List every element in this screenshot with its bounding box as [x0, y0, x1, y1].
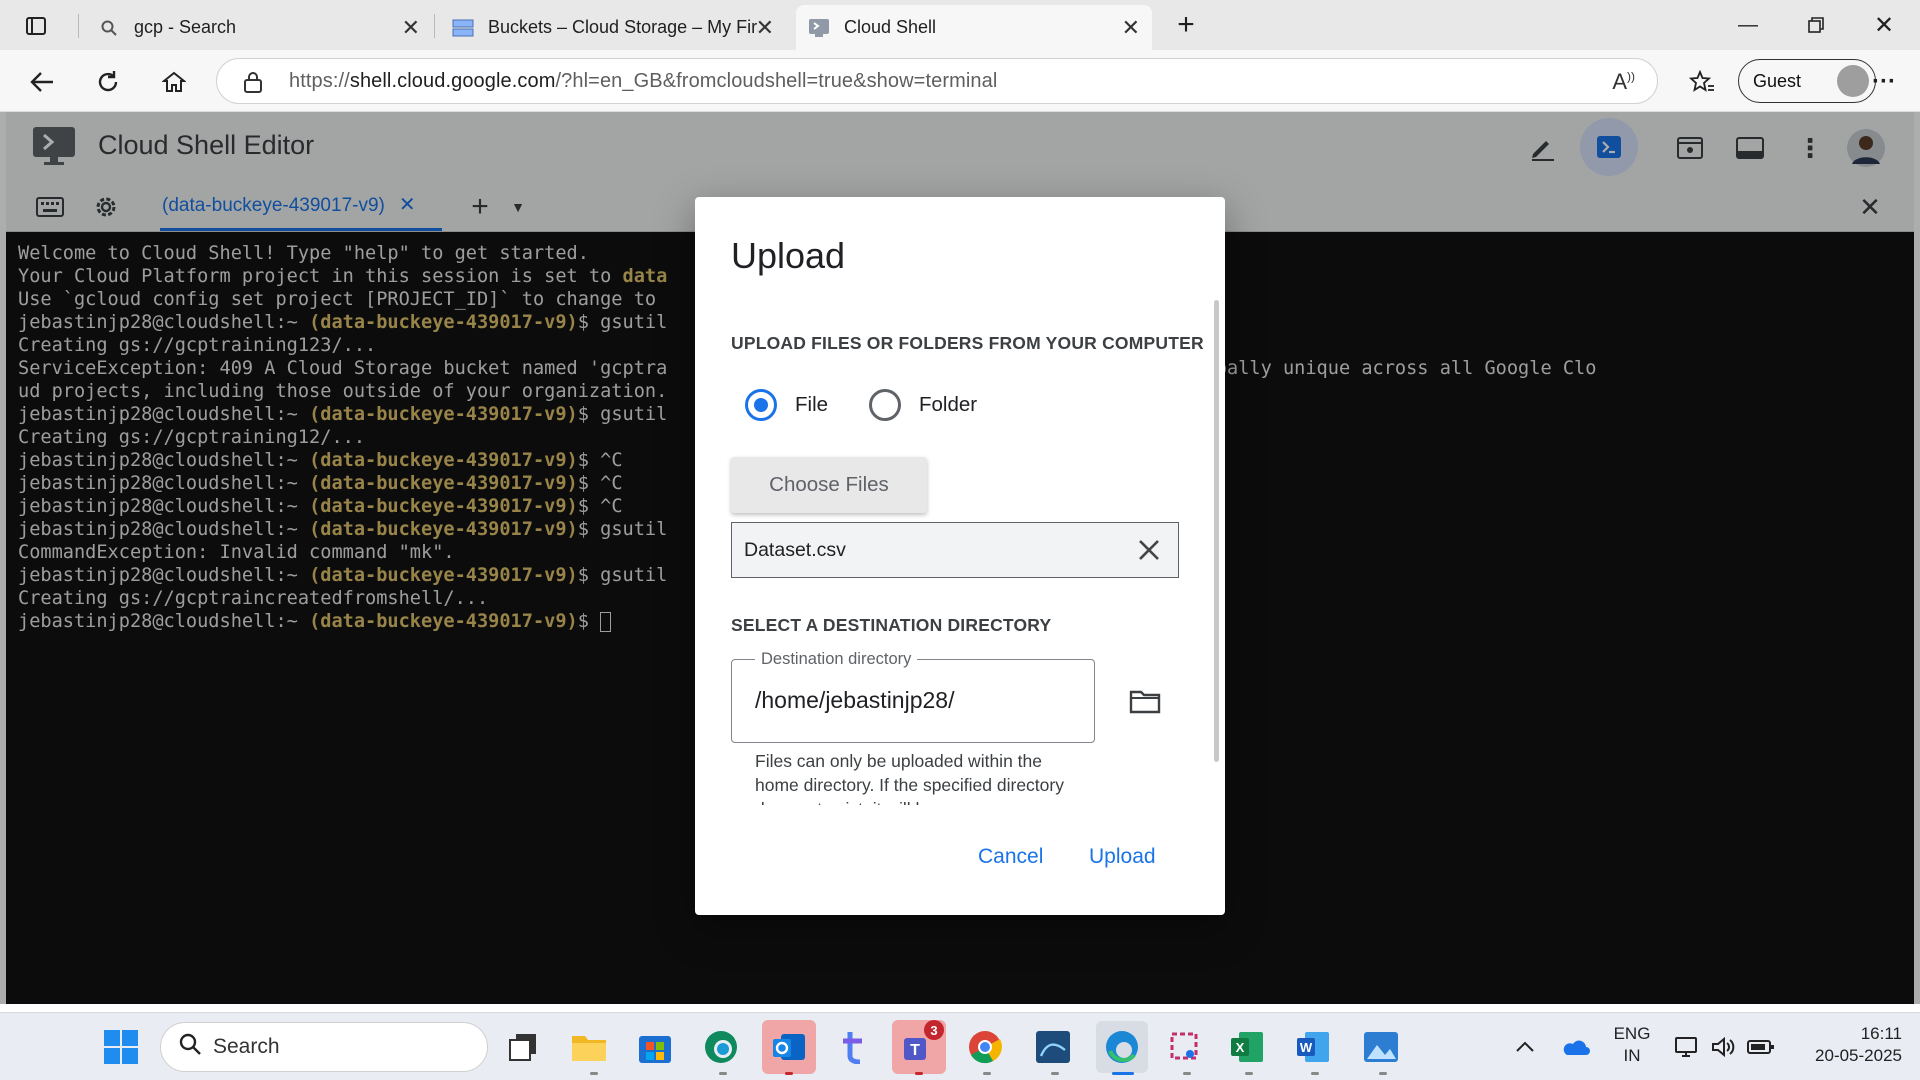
running-indicator — [590, 1072, 598, 1075]
outlook-icon[interactable] — [762, 1020, 816, 1074]
cancel-button[interactable]: Cancel — [978, 845, 1043, 869]
teams-icon[interactable]: T 3 — [892, 1020, 946, 1074]
svg-text:X: X — [1236, 1040, 1245, 1055]
start-menu-icon[interactable] — [100, 1026, 142, 1068]
profile-label: Guest — [1753, 70, 1802, 91]
excel-icon[interactable]: X — [1226, 1026, 1268, 1068]
photos-icon[interactable] — [1360, 1026, 1402, 1068]
upload-section-heading: UPLOAD FILES OR FOLDERS FROM YOUR COMPUT… — [731, 333, 1204, 353]
task-view-icon[interactable] — [502, 1026, 544, 1068]
running-indicator — [1112, 1072, 1134, 1075]
tab-buckets[interactable]: Buckets – Cloud Storage – My First Proje… — [440, 5, 786, 50]
running-indicator — [785, 1072, 793, 1075]
home-icon[interactable] — [154, 62, 194, 102]
radio-file[interactable]: File — [745, 389, 828, 421]
more-menu-icon[interactable]: ··· — [1864, 62, 1904, 102]
destination-directory-label: Destination directory — [755, 650, 918, 669]
snipping-tool-icon[interactable] — [1164, 1026, 1206, 1068]
tab-title: Cloud Shell — [844, 17, 937, 37]
tab-title: Buckets – Cloud Storage – My First Proje… — [488, 17, 758, 37]
remove-file-icon[interactable] — [1134, 535, 1164, 565]
close-tab-icon[interactable]: ✕ — [756, 15, 774, 41]
word-icon[interactable]: W — [1292, 1026, 1334, 1068]
choose-files-button[interactable]: Choose Files — [731, 457, 927, 513]
tab-actions-icon[interactable] — [16, 6, 56, 46]
profile-button[interactable]: Guest — [1738, 59, 1876, 103]
svg-text:W: W — [1300, 1040, 1313, 1055]
storage-icon — [452, 17, 474, 39]
radio-file-label: File — [795, 393, 829, 416]
address-bar-row: https://shell.cloud.google.com/?hl=en_GB… — [0, 50, 1920, 112]
language-code: ENG — [1613, 1024, 1651, 1043]
selected-file: Dataset.csv — [731, 522, 1179, 578]
running-indicator — [915, 1072, 923, 1075]
clock-date: 20-05-2025 — [1815, 1046, 1902, 1065]
tab-gcp-search[interactable]: gcp - Search ✕ — [86, 5, 432, 50]
site-info-icon[interactable] — [243, 71, 263, 98]
running-indicator — [983, 1072, 991, 1075]
radio-folder-label: Folder — [919, 393, 978, 416]
back-icon[interactable] — [22, 62, 62, 102]
taskbar-search-placeholder: Search — [213, 1035, 280, 1058]
language-indicator[interactable]: ENG IN — [1612, 1023, 1652, 1067]
microsoft-store-icon[interactable] — [634, 1026, 676, 1068]
browse-folder-icon[interactable] — [1125, 681, 1165, 721]
dialog-scrollbar[interactable] — [1214, 300, 1219, 762]
radio-file-button[interactable] — [745, 389, 777, 421]
radio-folder[interactable]: Folder — [869, 389, 977, 421]
running-indicator — [1379, 1072, 1387, 1075]
svg-text:T: T — [910, 1042, 920, 1059]
upload-dialog: Upload UPLOAD FILES OR FOLDERS FROM YOUR… — [695, 197, 1225, 915]
region-code: IN — [1623, 1046, 1641, 1065]
minimize-icon[interactable]: — — [1728, 8, 1768, 42]
clock[interactable]: 16:11 20-05-2025 — [1792, 1023, 1902, 1067]
close-tab-icon[interactable]: ✕ — [402, 15, 420, 41]
search-icon — [179, 1033, 201, 1061]
edge-icon[interactable] — [1096, 1021, 1148, 1073]
clock-time: 16:11 — [1860, 1024, 1902, 1043]
close-tab-icon[interactable]: ✕ — [1122, 15, 1140, 41]
running-indicator — [1245, 1072, 1253, 1075]
destination-helper-text: Files can only be uploaded within the ho… — [755, 751, 1064, 805]
url-text: https://shell.cloud.google.com/?hl=en_GB… — [289, 69, 998, 92]
teams-chat-icon[interactable] — [834, 1026, 876, 1068]
taskbar-search[interactable]: Search — [160, 1022, 488, 1072]
running-indicator — [719, 1072, 727, 1075]
onedrive-icon[interactable] — [1554, 1026, 1596, 1068]
destination-section-heading: SELECT A DESTINATION DIRECTORY — [731, 615, 1052, 635]
running-indicator — [1311, 1072, 1319, 1075]
edge-dev-icon[interactable] — [700, 1026, 742, 1068]
url-field[interactable]: https://shell.cloud.google.com/?hl=en_GB… — [216, 58, 1658, 104]
favorites-icon[interactable] — [1682, 62, 1722, 102]
show-hidden-icons-chevron-icon[interactable] — [1504, 1026, 1546, 1068]
tab-title: gcp - Search — [134, 17, 237, 37]
running-indicator — [1183, 1072, 1191, 1075]
search-icon — [98, 17, 120, 39]
volume-icon[interactable] — [1702, 1026, 1744, 1068]
radio-folder-button[interactable] — [869, 389, 901, 421]
tab-cloud-shell[interactable]: Cloud Shell ✕ — [796, 5, 1152, 50]
workbench-icon[interactable] — [1032, 1026, 1074, 1068]
chrome-icon[interactable] — [964, 1026, 1006, 1068]
battery-icon[interactable] — [1740, 1026, 1782, 1068]
dialog-title: Upload — [731, 235, 846, 276]
selected-file-name: Dataset.csv — [744, 538, 846, 561]
browser-tab-bar: gcp - Search ✕ Buckets – Cloud Storage –… — [0, 0, 1920, 50]
close-window-icon[interactable]: ✕ — [1864, 8, 1904, 42]
windows-taskbar: Search T 3 X W ENG IN 16:11 20-05-2025 — [0, 1012, 1920, 1080]
running-indicator — [1051, 1072, 1059, 1075]
file-explorer-icon[interactable] — [568, 1026, 610, 1068]
refresh-icon[interactable] — [88, 62, 128, 102]
destination-directory-value[interactable]: /home/jebastinjp28/ — [755, 687, 954, 714]
restore-icon[interactable] — [1796, 8, 1836, 42]
new-tab-icon[interactable]: + — [1166, 5, 1206, 45]
cloud-shell-icon — [808, 17, 830, 39]
read-aloud-icon[interactable]: A)) — [1612, 69, 1635, 95]
upload-button[interactable]: Upload — [1089, 845, 1156, 869]
teams-badge: 3 — [924, 1020, 944, 1040]
